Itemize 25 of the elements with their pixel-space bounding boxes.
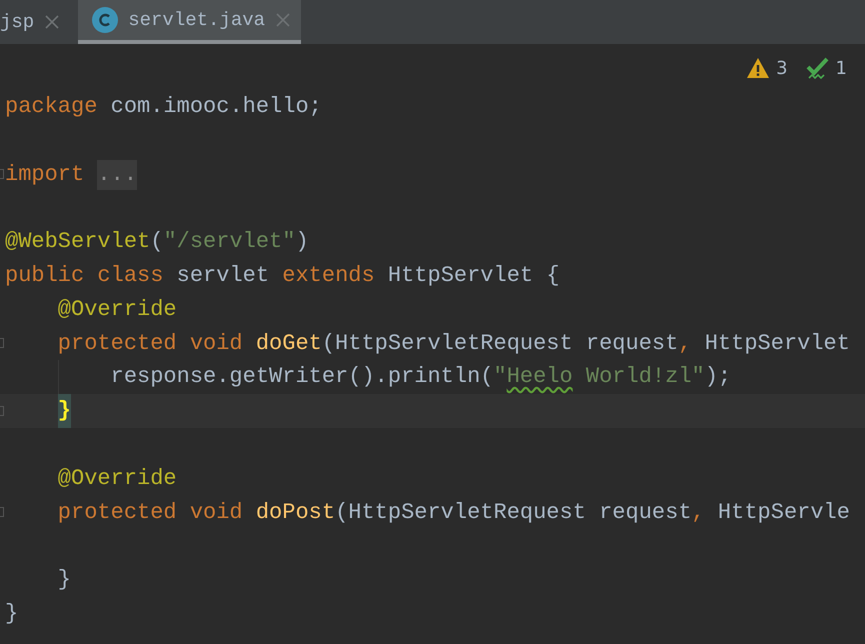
code-line: @WebServlet("/servlet") — [5, 228, 309, 256]
code-line: } — [5, 394, 71, 428]
code-line: } — [56, 566, 72, 594]
class-icon — [92, 7, 118, 33]
fold-marker-icon[interactable] — [0, 507, 4, 518]
editor-tab[interactable]: jsp — [0, 0, 70, 44]
code-line: @Override — [56, 464, 177, 493]
code-line: } — [5, 600, 18, 628]
code-line: protected void doGet(HttpServletRequest request, HttpServlet — [56, 330, 850, 358]
code-line: @Override — [56, 296, 177, 324]
fold-marker-icon[interactable] — [0, 169, 4, 180]
warning-icon[interactable] — [746, 56, 770, 80]
warning-count: 3 — [776, 58, 788, 78]
code-line: import ... — [5, 158, 138, 192]
fold-marker-icon[interactable] — [0, 406, 4, 416]
code-line: package com.imooc.hello; — [5, 93, 322, 121]
close-icon[interactable] — [275, 12, 292, 28]
weak-warning-count: 1 — [836, 58, 847, 78]
fold-marker-icon[interactable] — [0, 338, 4, 348]
code-line: public class servlet extends HttpServlet { — [5, 262, 560, 290]
editor-tab[interactable]: servlet.java — [78, 0, 302, 44]
checkmark-icon[interactable] — [806, 56, 830, 80]
code-line: response.getWriter().println("Heelo World!zl"); — [5, 360, 732, 394]
close-icon[interactable] — [44, 14, 60, 30]
code-line: protected void doPost(HttpServletRequest request, HttpServle — [56, 498, 850, 527]
